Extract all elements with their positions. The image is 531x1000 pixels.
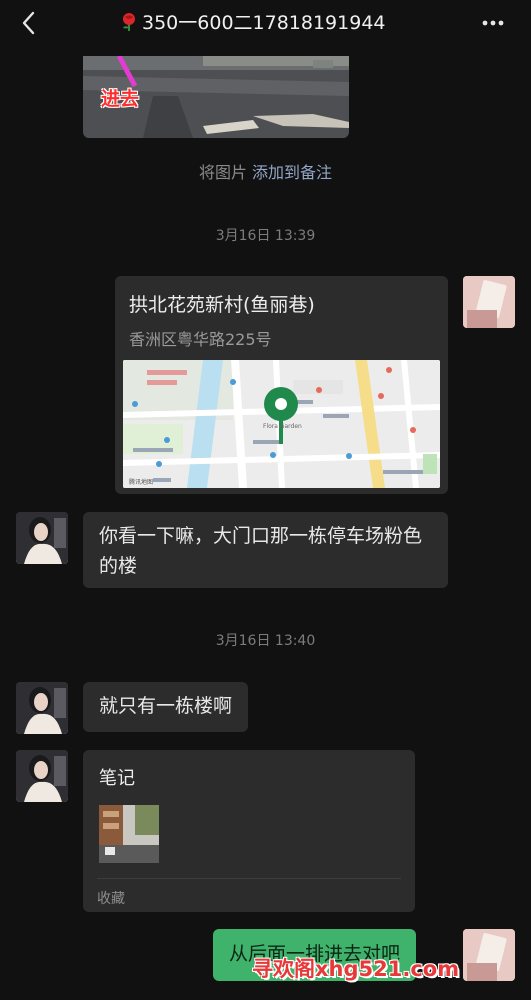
add-to-note-hint: 将图片 添加到备注 <box>0 159 531 183</box>
chevron-left-icon <box>22 11 35 35</box>
avatar-photo <box>463 276 515 328</box>
note-message[interactable]: 笔记 收藏 <box>83 750 415 912</box>
map-image: Flora Garden 腾讯地图 <box>123 360 440 488</box>
more-button[interactable] <box>478 12 508 34</box>
image-label: 进去 <box>101 88 140 110</box>
watermark: 寻欢阁xhg521.com <box>252 957 460 981</box>
more-dots-icon <box>482 20 504 26</box>
chat-title: 350一600二17818191944 <box>120 8 420 38</box>
back-button[interactable] <box>14 8 44 38</box>
my-avatar[interactable] <box>463 276 515 328</box>
note-thumbnail[interactable] <box>99 805 159 863</box>
add-to-note-link[interactable]: 添加到备注 <box>252 163 332 182</box>
map-credit: 腾讯地图 <box>129 478 153 486</box>
avatar-photo <box>16 750 68 802</box>
my-avatar[interactable] <box>463 929 515 981</box>
contact-avatar[interactable] <box>16 512 68 564</box>
contact-avatar[interactable] <box>16 750 68 802</box>
note-title: 笔记 <box>99 768 135 789</box>
location-map[interactable]: Flora Garden 腾讯地图 <box>123 360 440 488</box>
location-address: 香洲区粤华路225号 <box>129 330 272 349</box>
timestamp: 3月16日 13:40 <box>215 633 316 649</box>
contact-avatar[interactable] <box>16 682 68 734</box>
avatar-photo <box>463 929 515 981</box>
map-pin-label: Flora Garden <box>263 423 302 430</box>
message-bubble[interactable]: 就只有一栋楼啊 <box>83 682 249 732</box>
note-photo <box>99 805 159 863</box>
note-divider <box>97 878 401 879</box>
hint-prefix: 将图片 <box>198 163 247 182</box>
chat-title-text: 350一600二17818191944 <box>142 12 386 34</box>
avatar-photo <box>16 682 68 734</box>
rose-icon <box>123 13 135 31</box>
message-bubble[interactable]: 你看一下嘛，大门口那一栋停车场粉色的楼 <box>83 512 448 588</box>
image-message[interactable]: 进去 <box>83 56 349 138</box>
note-footer: 收藏 <box>97 891 125 907</box>
location-title: 拱北花苑新村(鱼丽巷) <box>129 294 315 316</box>
avatar-photo <box>16 512 68 564</box>
location-message[interactable]: 拱北花苑新村(鱼丽巷) 香洲区粤华路225号 Flora Garden 腾讯地图 <box>115 276 448 494</box>
chat-header: 350一600二17818191944 <box>0 0 531 48</box>
timestamp: 3月16日 13:39 <box>215 228 316 244</box>
